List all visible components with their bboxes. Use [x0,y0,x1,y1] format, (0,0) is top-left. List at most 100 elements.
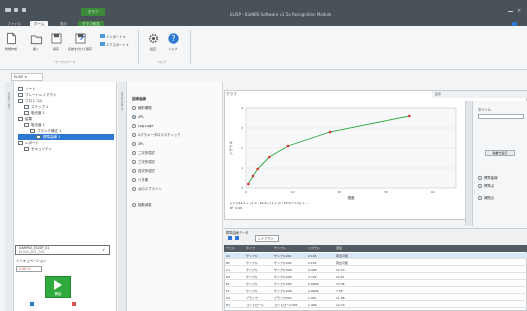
format-rail[interactable] [465,101,472,226]
help-button[interactable]: ? ヘルプ [165,32,181,56]
fit-option[interactable]: 二次多項式 [132,150,181,156]
tree-node-icon [24,111,29,115]
data-point[interactable] [408,114,411,118]
save-as-button-label: 名前を付けて保存 [68,47,93,51]
fit-formula: y = ((44.4 + (-1.4 - 44.4) / (1 + (x / 5… [230,201,309,205]
radio-icon [132,115,136,119]
table-cell: 12.70 [336,268,345,272]
table-row[interactable]: H1 コントロール コントロール001 1.499 12.70 [224,302,527,308]
task-panel: 回帰曲線 線形補間 4PL Log-Logit 5パラメータロジスティック 3PL 二次多… [127,82,223,311]
chevron-down-icon[interactable]: ▾ [103,248,105,252]
fit-option-label: 三次多項式 [138,160,155,164]
fit-option-label: 指数減衰 [138,203,152,207]
import-icon [100,34,105,38]
quick-save-icon[interactable] [14,8,18,12]
navigator-rail[interactable]: ナビゲーター [5,82,14,311]
save-button[interactable]: 保存 [48,32,64,56]
table-row[interactable]: A1 サンプル サンプル001 2.165 算出可能 [224,253,527,259]
column-header[interactable]: ウェル [226,245,235,252]
table-cell: E1 [226,282,230,286]
data-point[interactable] [268,155,271,159]
context-tab-group: グラフ [81,8,105,16]
tree-node-label: ブランク補正 1 [37,129,62,133]
table-row[interactable]: B1 サンプル サンプル002 2.152 算出可能 [224,260,527,266]
table-cell: 1.499 [308,303,317,307]
data-point[interactable] [256,167,259,171]
stop-icon[interactable] [72,302,76,306]
quick-undo-icon[interactable] [22,8,26,12]
x-tick-label: 10 [291,190,295,194]
nav-small-icon[interactable] [30,302,34,306]
column-header[interactable]: シグナル [308,245,320,252]
column-header[interactable]: 濃度 [336,245,342,252]
format-title: タイトル [478,108,492,112]
table-toolbar: 標準曲線データ レイアウト [224,229,527,245]
sample-selector[interactable]: SAMPLE_ELISP_01 ELISA_001_001 [15,245,110,255]
fit-option[interactable]: べき乗 [132,177,181,183]
fit-option[interactable]: 3PL [132,141,181,147]
interp-option[interactable]: 補間点 [478,195,494,201]
save-as-button[interactable]: 名前を付けて保存 [68,32,92,56]
close-icon[interactable]: × [517,8,523,14]
fit-option[interactable]: 点のスプライン [132,186,181,192]
run-button[interactable]: 開始 [45,276,71,298]
chart-tab[interactable]: グラフ [226,92,237,97]
table-cell: 2.722 [308,275,317,279]
fit-option[interactable]: 線形補間 [132,105,181,111]
data-point[interactable] [251,174,255,178]
table-row[interactable]: C1 サンプル サンプル003 2.308 12.70 [224,267,527,273]
y-axis-label: シグナル [228,140,233,155]
tree-node-icon [24,123,29,127]
column-header[interactable]: タイプ [246,245,255,252]
fit-option[interactable]: 指数減衰 [132,202,181,208]
title-bar: グラフ ELISP・BioNBS Software v1.5a Recognit… [0,0,527,27]
table-back-icon[interactable] [228,236,232,240]
layout-dropdown[interactable]: レイアウト [255,235,279,242]
task-panel-rail[interactable]: タスクパネル [118,82,127,311]
temperature-field[interactable]: 1.00 ℃ [16,266,42,272]
table-cell: サンプル002 [274,261,292,265]
data-point[interactable] [328,130,332,134]
axis-format-button[interactable]: 軸書式設定 [485,150,515,156]
radio-icon [132,160,136,164]
table-cell: サンプル [246,254,258,258]
table-cell: 算出可能 [336,254,349,258]
table-row[interactable]: E1 サンプル サンプル005 0.0906 13.36 [224,281,527,287]
fit-option[interactable]: Log-Logit [132,123,181,129]
table-cell: コントロール001 [274,303,298,307]
app-window: グラフ ELISP・BioNBS Software v1.5a Recognit… [0,0,527,311]
open-button[interactable]: 開く [28,32,44,56]
minimize-icon[interactable] [508,11,513,12]
app-menu-icon[interactable] [5,8,11,12]
table-forward-icon[interactable] [235,236,239,240]
document-tab[interactable]: ELISP ✕ [11,73,43,81]
data-point[interactable] [286,144,290,148]
fit-option[interactable]: 4PL [132,114,181,120]
table-cell: サンプル003 [274,268,292,272]
tree-node-label: レポート [25,141,39,145]
table-cell: G1 [226,296,231,300]
title-input[interactable] [478,114,524,119]
settings-button[interactable]: 設定 [145,32,161,56]
table-cell: H1 [226,303,231,307]
tree-node[interactable]: セキュリティ [18,146,114,152]
table-row[interactable]: G1 ブランク ブランク001 1.321 11.38 [224,295,527,301]
fit-option[interactable]: 5パラメータロジスティック [132,132,181,138]
table-cell: サンプル004 [274,275,292,279]
import-button[interactable]: インポート ▾ [100,34,125,39]
tree-node-icon [18,87,23,91]
table-row[interactable]: F1 サンプル サンプル006 0.0906 7.56 [224,288,527,294]
column-header[interactable]: サンプル [274,245,286,252]
data-point[interactable] [247,182,250,186]
points-option[interactable]: 標準点 [478,183,494,189]
fit-option[interactable]: 四次多項式 [132,168,181,174]
fit-option[interactable]: 三次多項式 [132,159,181,165]
export-button[interactable]: エクスポート ▾ [100,42,128,47]
table-row[interactable]: D1 サンプル サンプル004 2.722 12.97 [224,274,527,280]
table-cell: 0.0906 [308,289,319,293]
table-section-title: 標準曲線データ [226,231,249,235]
new-button[interactable]: 新規作成 [3,32,19,56]
y-tick-label: 2 [241,146,243,150]
tree-node-icon [18,99,23,103]
curve-option[interactable]: 標準曲線 [478,175,498,181]
